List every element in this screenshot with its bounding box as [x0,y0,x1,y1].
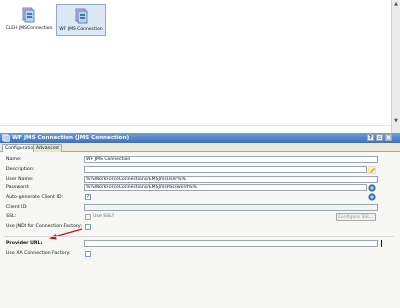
provider-url-field[interactable] [84,240,378,247]
annotation-arrow-icon [49,228,83,240]
use-ssl-checkbox[interactable] [85,214,91,220]
section-divider [4,236,394,237]
description-field[interactable] [84,166,367,173]
panel-title-bar: WF JMS Connection (JMS Connection) ? ▫ □ [0,133,400,143]
username-label: User Name: [6,177,34,182]
username-field[interactable]: %%WorkForceConnections/EMSJmsUser%% [84,176,378,183]
design-canvas[interactable]: CLEH JMSConnection WF JMS Connection [0,0,391,133]
canvas-vertical-scrollbar[interactable]: ▲ ▼ [391,0,400,133]
provider-url-label: Provider URL: [6,241,43,246]
restore-icon[interactable]: ▫ [376,134,383,141]
password-field[interactable]: %%WorkForceConnections/EMSJmsPassword%% [84,184,367,191]
scroll-down-icon[interactable]: ▼ [393,118,399,124]
jms-connection-icon [22,7,35,23]
scroll-up-icon[interactable]: ▲ [393,1,399,7]
jms-connection-icon [75,8,88,24]
maximize-icon[interactable]: □ [385,134,392,141]
configuration-form: Name: WF JMS Connection Description: Use… [0,152,400,308]
help-icon[interactable]: ? [367,134,374,141]
resource-label: WF JMS Connection [59,27,103,32]
ssl-label: SSL: [6,214,17,219]
autogen-client-id-checkbox[interactable]: ✓ [85,194,91,200]
resource-cleh-jms-connection[interactable]: CLEH JMSConnection [4,4,54,36]
use-ssl-label: Use SSL? [93,214,115,219]
description-label: Description: [6,167,35,172]
panel-title: WF JMS Connection (JMS Connection) [12,135,130,141]
global-variable-icon[interactable] [368,193,376,201]
tab-bar: Configuration Advanced [0,143,400,152]
autogen-client-id-label: Auto-generate Client ID: [6,195,64,200]
use-jndi-checkbox[interactable] [85,224,91,230]
name-label: Name: [6,157,22,162]
global-variable-icon[interactable] [368,183,376,192]
password-label: Password: [6,185,30,190]
use-xa-checkbox[interactable] [85,251,91,257]
canvas-divider [0,125,391,126]
text-cursor [381,240,382,247]
client-id-field[interactable] [84,204,378,211]
client-id-label: Client ID: [6,205,28,210]
jms-connection-icon [2,134,10,142]
tab-advanced[interactable]: Advanced [33,144,62,152]
resource-wf-jms-connection[interactable]: WF JMS Connection [56,4,106,36]
pencil-icon[interactable] [368,165,376,174]
configure-ssl-button[interactable]: Configure SSL... [336,213,376,221]
use-xa-label: Use XA Connection Factory: [6,251,71,256]
name-field[interactable]: WF JMS Connection [84,156,378,163]
resource-label: CLEH JMSConnection [5,26,53,31]
